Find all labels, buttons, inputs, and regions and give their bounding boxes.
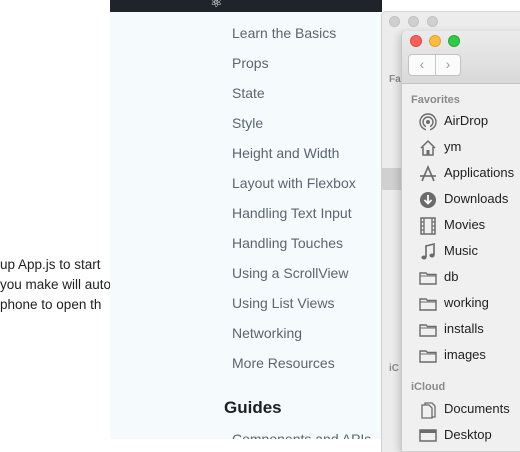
sidebar-item-movies[interactable]: Movies xyxy=(402,213,520,239)
folder-icon xyxy=(419,272,437,285)
navigation-buttons: ‹ › xyxy=(408,54,461,76)
docs-nav-item[interactable]: Networking xyxy=(232,322,356,352)
background-text-line: up App.js to start xyxy=(0,257,101,272)
close-button[interactable] xyxy=(410,35,422,47)
downloads-icon xyxy=(420,192,436,208)
docs-nav-item[interactable]: Height and Width xyxy=(232,142,356,172)
sidebar-item-label: installs xyxy=(444,321,484,336)
sidebar-item-label: Applications xyxy=(444,165,515,180)
minimize-button-inactive[interactable] xyxy=(408,16,419,27)
sidebar-item-icloud-documents[interactable]: Documents xyxy=(402,397,520,423)
music-icon xyxy=(421,242,435,260)
docs-nav-list: Learn the Basics Props State Style Heigh… xyxy=(232,22,356,382)
close-button-inactive[interactable] xyxy=(389,16,400,27)
sidebar-item-icloud-desktop[interactable]: Desktop xyxy=(402,423,520,449)
sidebar-item-installs[interactable]: installs xyxy=(402,317,520,343)
sidebar-item-label: images xyxy=(444,347,486,362)
background-text-line: phone to open th xyxy=(0,297,102,312)
sidebar-item-label: Music xyxy=(444,243,478,258)
minimize-button[interactable] xyxy=(429,35,441,47)
docs-nav-item[interactable]: Components and APIs xyxy=(232,431,371,439)
sidebar-item-label: ym xyxy=(444,139,462,154)
zoom-button-inactive[interactable] xyxy=(427,16,438,27)
folder-icon xyxy=(419,298,437,311)
applications-icon xyxy=(420,164,436,182)
sidebar-item-downloads[interactable]: Downloads xyxy=(402,187,520,213)
folder-icon xyxy=(419,350,437,363)
background-text-line: you make will auto xyxy=(0,277,112,292)
sidebar-item-images[interactable]: images xyxy=(402,343,520,369)
react-logo-icon[interactable]: ⚛ xyxy=(210,0,223,11)
docs-nav-item[interactable]: Props xyxy=(232,52,356,82)
sidebar-item-label: Desktop xyxy=(444,427,492,442)
sidebar-selected-row[interactable] xyxy=(382,168,402,190)
docs-nav-item[interactable]: Handling Text Input xyxy=(232,202,356,232)
favorites-section-label: Favorites xyxy=(411,94,460,106)
desktop-icon xyxy=(419,429,437,442)
docs-nav-item[interactable]: More Resources xyxy=(232,352,356,382)
sidebar-section-label: iC xyxy=(389,363,399,374)
finder-window: ‹ › Favorites AirDrop ym Applications Do… xyxy=(401,31,520,451)
zoom-button[interactable] xyxy=(448,35,460,47)
sidebar-item-home[interactable]: ym xyxy=(402,135,520,161)
sidebar-item-label: Movies xyxy=(444,217,486,232)
docs-nav-item[interactable]: Using List Views xyxy=(232,292,356,322)
docs-header-bar: ⚛ xyxy=(110,0,382,12)
sidebar-item-label: Downloads xyxy=(444,191,509,206)
icloud-section-label: iCloud xyxy=(411,381,446,393)
sidebar-item-music[interactable]: Music xyxy=(402,239,520,265)
docs-nav-item[interactable]: Style xyxy=(232,112,356,142)
docs-sidebar: ⚛ Learn the Basics Props State Style Hei… xyxy=(110,0,382,439)
sidebar-item-label: db xyxy=(444,269,459,284)
documents-icon xyxy=(421,402,436,419)
finder-toolbar: ‹ › xyxy=(402,31,520,84)
sidebar-item-label: Documents xyxy=(444,401,510,416)
home-icon xyxy=(420,139,436,156)
sidebar-item-label: AirDrop xyxy=(444,113,489,128)
docs-nav-item[interactable]: State xyxy=(232,82,356,112)
sidebar-section-label: Fa xyxy=(389,74,401,85)
docs-nav-item[interactable]: Using a ScrollView xyxy=(232,262,356,292)
background-text: up App.js to start you make will auto ph… xyxy=(0,255,112,315)
sidebar-item-db[interactable]: db xyxy=(402,265,520,291)
sidebar-item-airdrop[interactable]: AirDrop xyxy=(402,109,520,135)
movies-icon xyxy=(420,217,436,235)
sidebar-item-working[interactable]: working xyxy=(402,291,520,317)
guides-heading: Guides xyxy=(224,398,282,417)
docs-nav-item[interactable]: Layout with Flexbox xyxy=(232,172,356,202)
airdrop-icon xyxy=(419,113,437,132)
sidebar-item-label: working xyxy=(444,295,489,310)
forward-button[interactable]: › xyxy=(435,55,461,75)
sidebar-item-applications[interactable]: Applications xyxy=(402,161,520,187)
back-button[interactable]: ‹ xyxy=(409,55,436,75)
folder-icon xyxy=(419,324,437,337)
docs-nav-item[interactable]: Handling Touches xyxy=(232,232,356,262)
docs-nav-item[interactable]: Learn the Basics xyxy=(232,22,356,52)
